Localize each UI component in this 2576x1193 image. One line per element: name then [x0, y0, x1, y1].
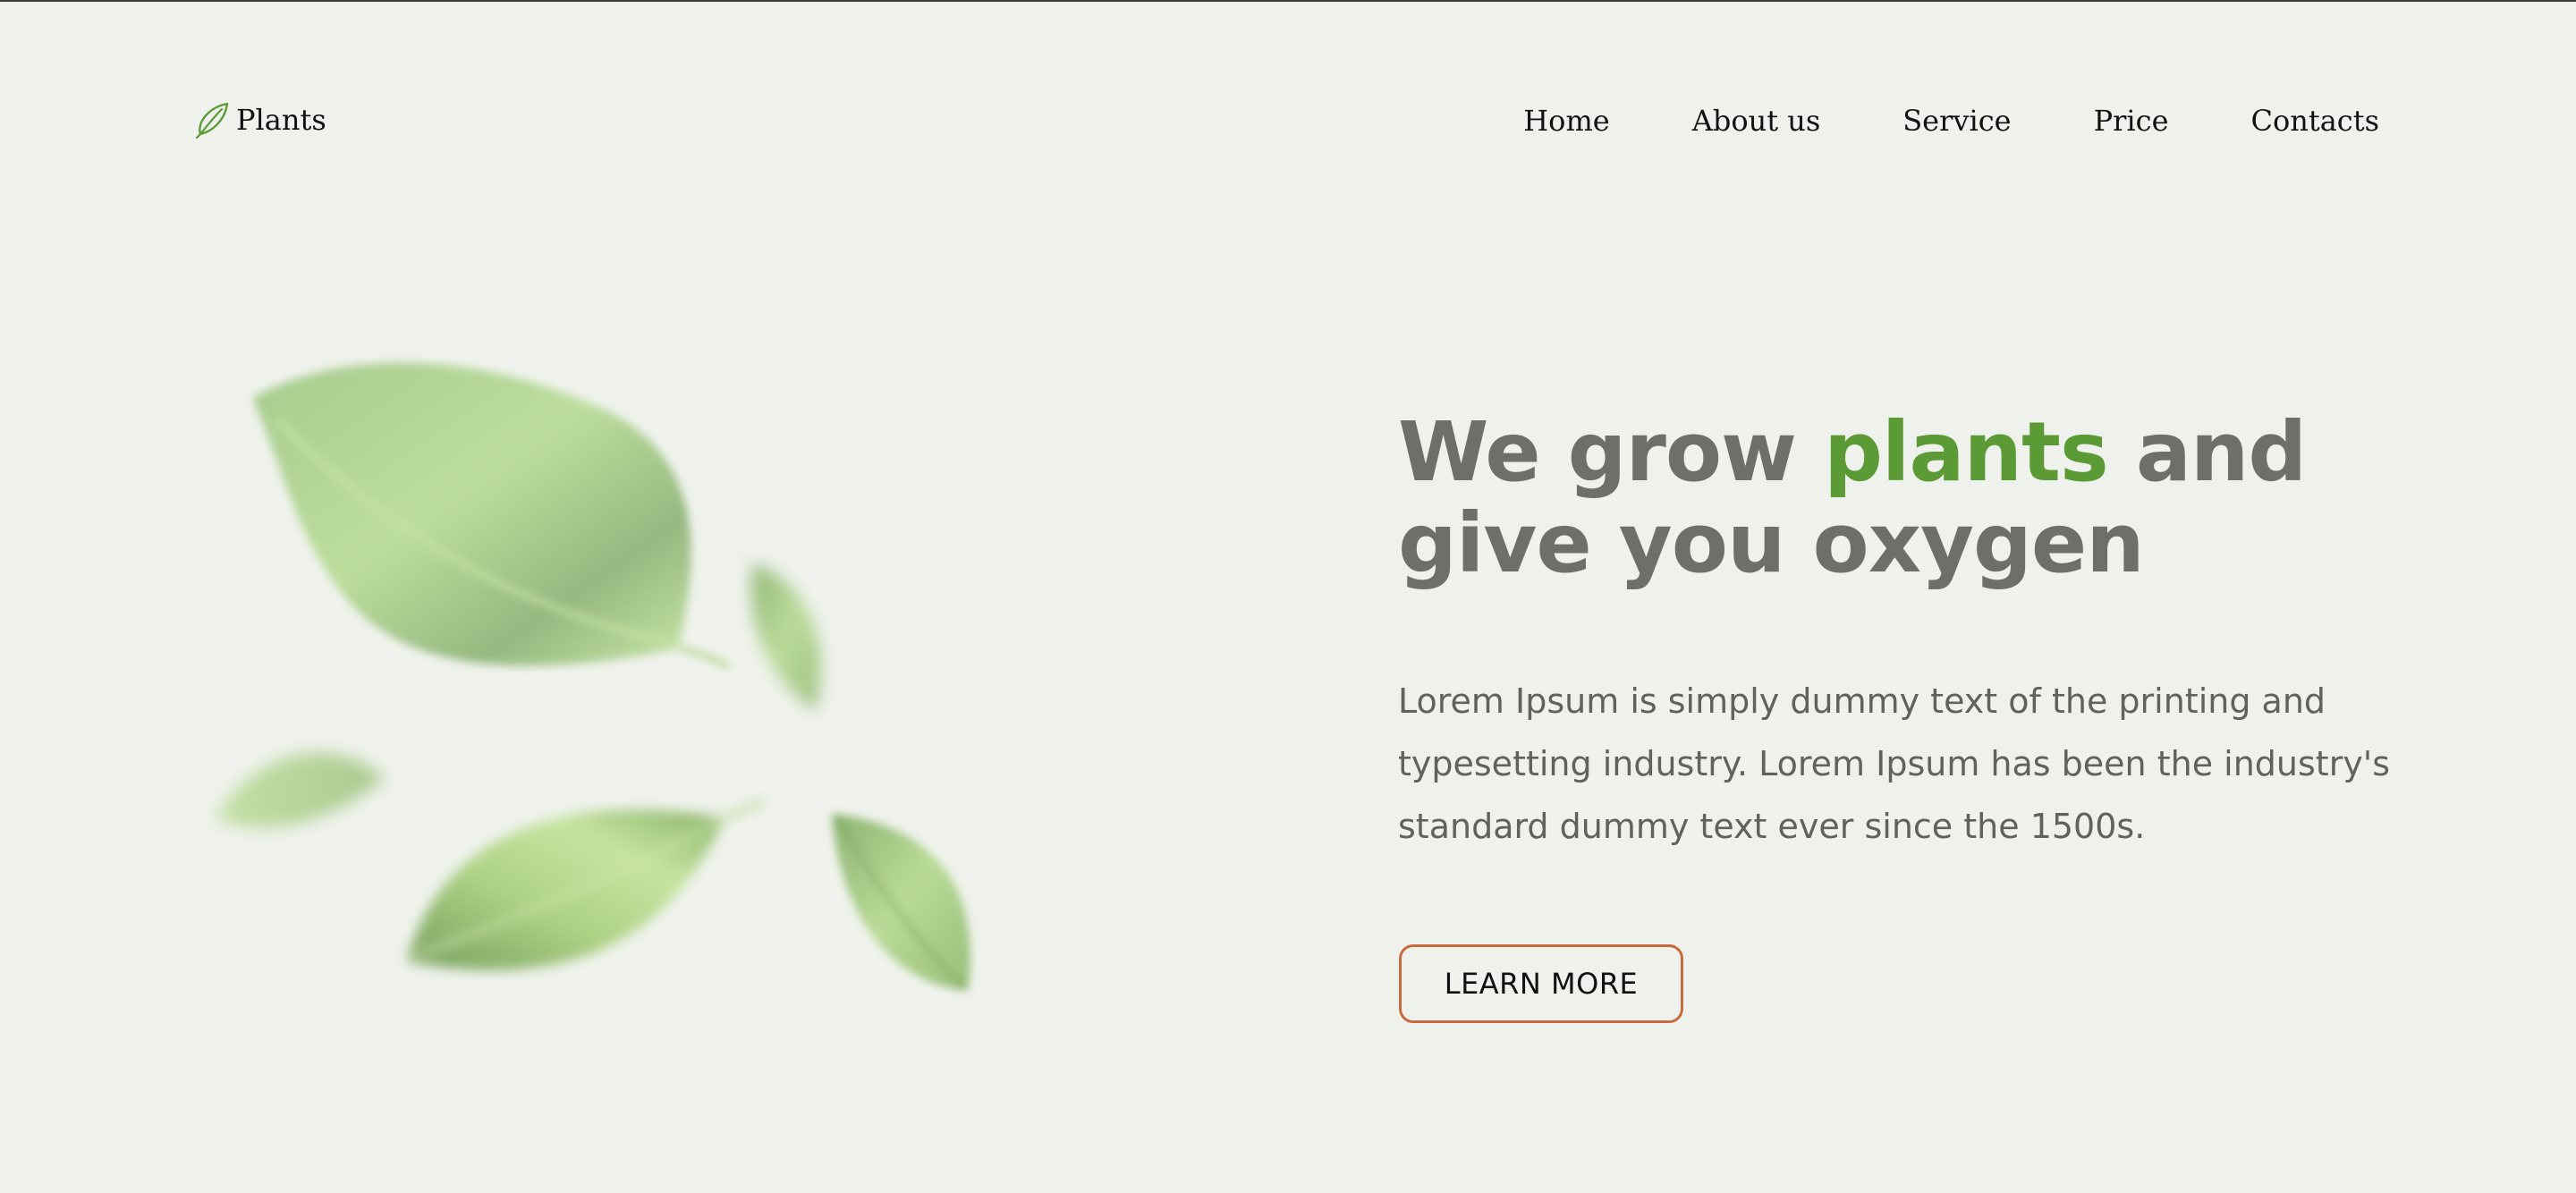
hero-title: We grow plants and give you oxygen: [1398, 404, 2307, 591]
hero-section: We grow plants and give you oxygen Lorem…: [1398, 407, 2436, 858]
learn-more-button[interactable]: LEARN MORE: [1399, 944, 1683, 1023]
nav-item-about-us[interactable]: About us: [1692, 106, 1821, 135]
leaf-bottom-middle: [407, 799, 766, 970]
nav-item-price[interactable]: Price: [2094, 106, 2169, 135]
brand-name: Plants: [236, 103, 326, 137]
nav-item-service[interactable]: Service: [1902, 106, 2011, 135]
brand-logo[interactable]: Plants: [195, 93, 326, 147]
main-nav: Home About us Service Price Contacts: [1523, 98, 2379, 143]
hero-title-highlight: plants: [1824, 404, 2109, 500]
hero-leaves-illustration: [215, 362, 970, 991]
hero-description: Lorem Ipsum is simply dummy text of the …: [1398, 681, 2391, 846]
top-border: [0, 0, 2576, 2]
leaf-icon: [195, 102, 229, 140]
leaf-large: [252, 362, 731, 669]
nav-item-home[interactable]: Home: [1523, 106, 1609, 135]
leaf-small-top: [750, 563, 821, 711]
leaf-small-left: [215, 752, 385, 828]
nav-item-contacts[interactable]: Contacts: [2251, 106, 2380, 135]
leaf-bottom-right: [832, 814, 970, 991]
